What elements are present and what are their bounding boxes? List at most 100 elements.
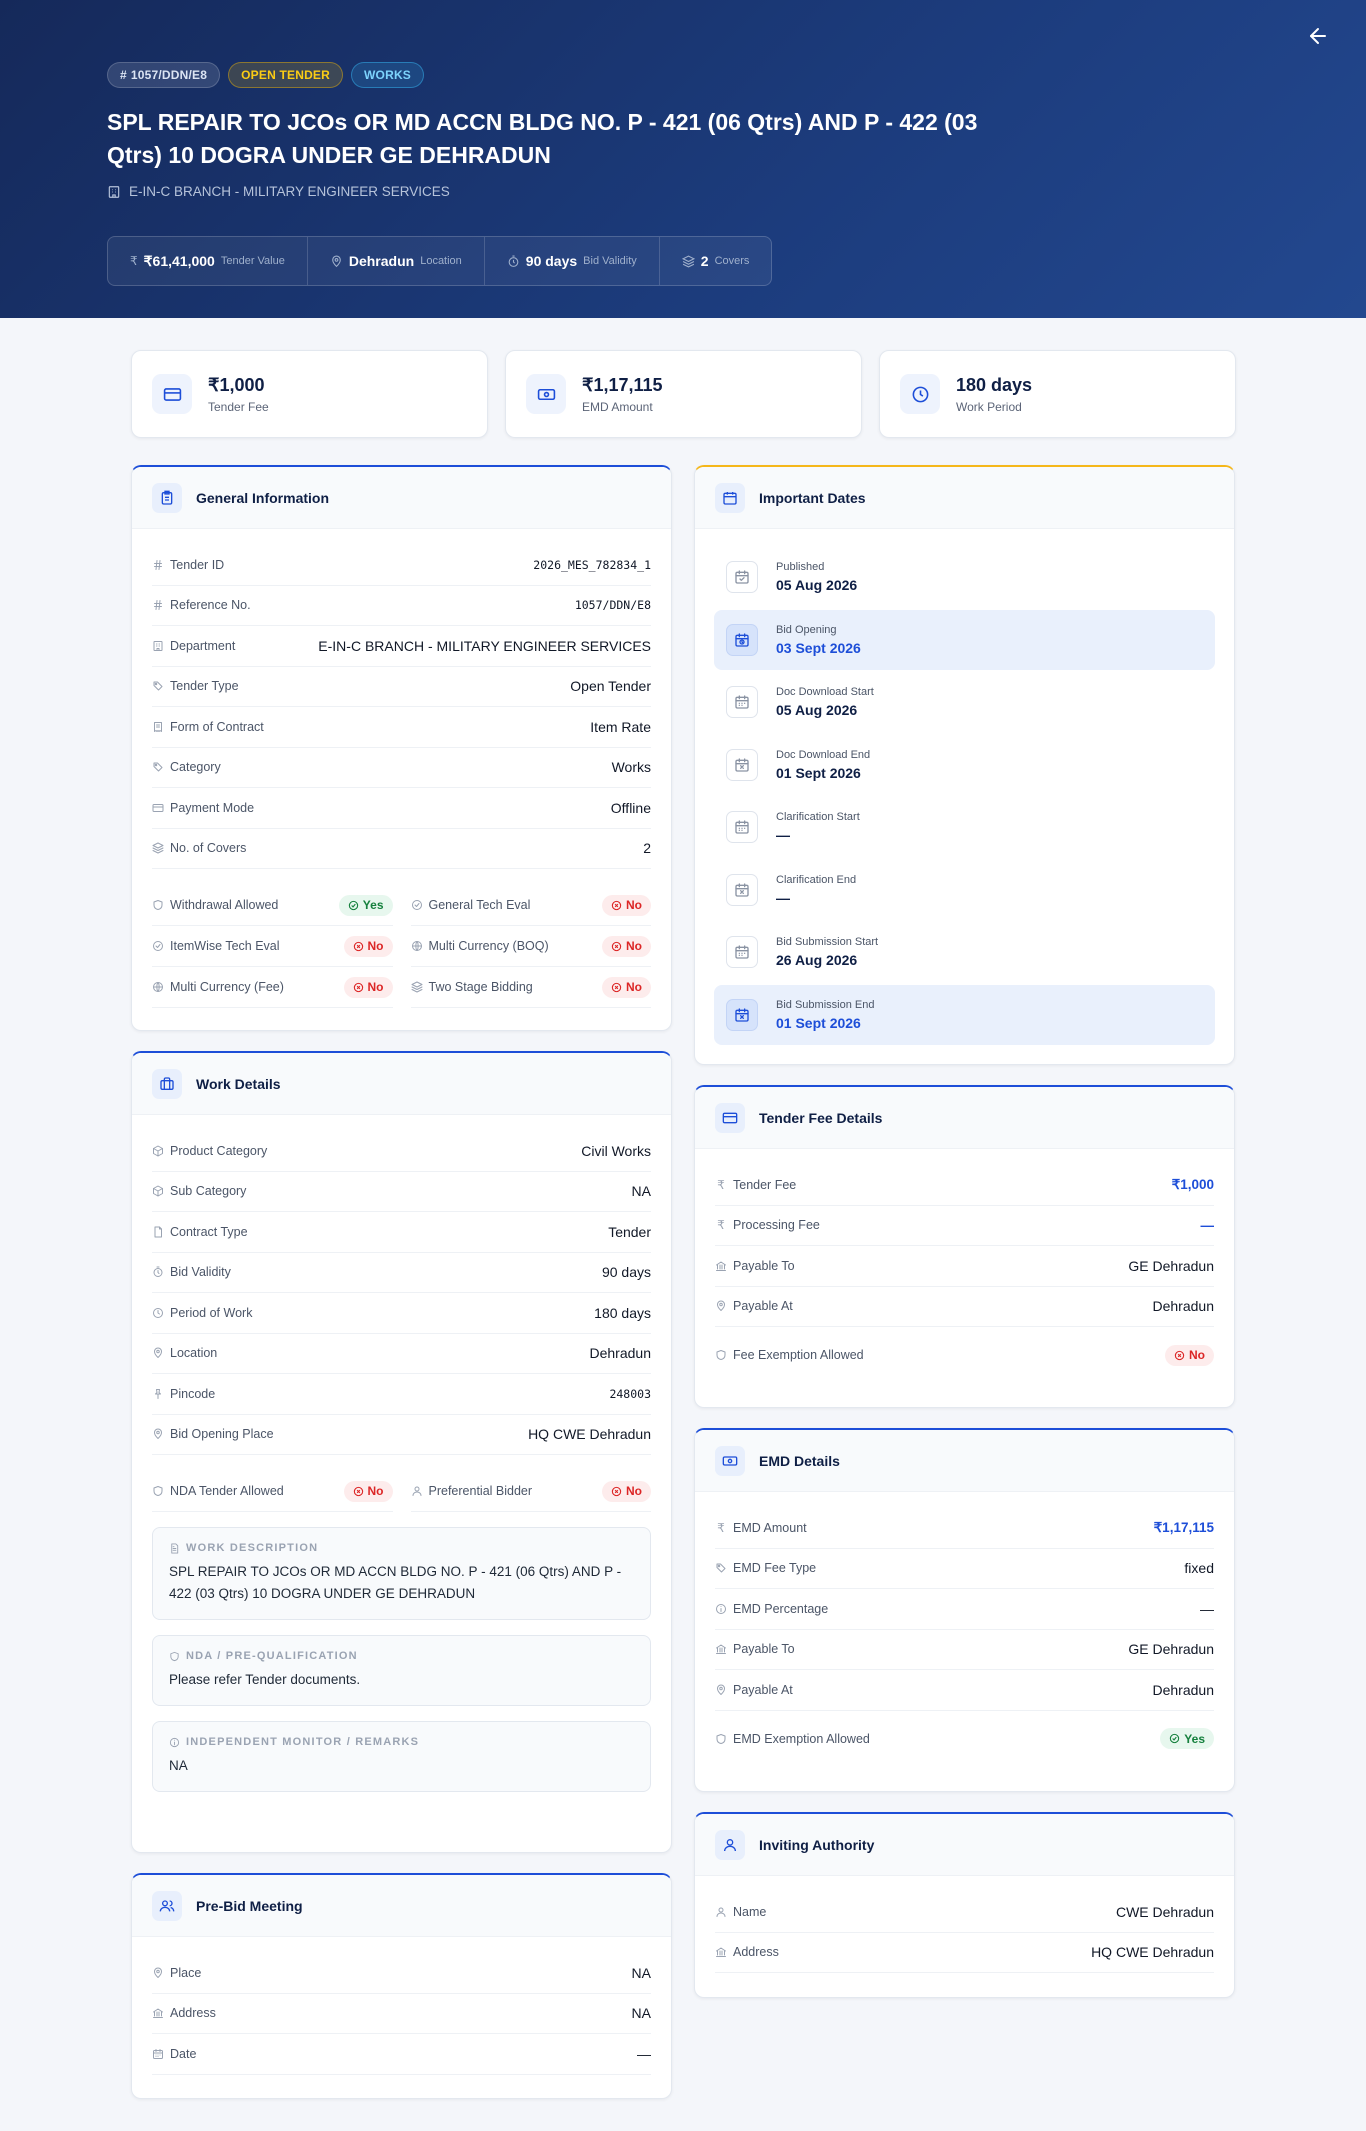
timer-icon [508, 255, 519, 267]
tag-icon [153, 762, 163, 772]
row-value: E-IN-C BRANCH - MILITARY ENGINEER SERVIC… [318, 637, 651, 654]
briefcase-icon [160, 1076, 174, 1090]
row-value: 2 [643, 840, 651, 857]
row-value: NA [631, 2005, 651, 2022]
reference-badge: #1057/DDN/E8 [107, 62, 221, 88]
no-badge: No [602, 1480, 651, 1502]
info-row: Period of Work 180 days [152, 1293, 651, 1334]
row-value: — [1200, 1600, 1214, 1617]
info-icon [169, 1737, 180, 1747]
map-pin-icon [717, 1300, 725, 1312]
row-label: Tender Type [170, 679, 239, 694]
date-label: Bid Submission Start [776, 936, 879, 948]
credit-card-icon [163, 387, 181, 401]
row-label: Payment Mode [170, 800, 255, 815]
clock-icon [912, 386, 928, 402]
date-value: 01 Sept 2026 [776, 1014, 861, 1031]
hero-stats-bar: ₹ ₹61,41,000 Tender Value Dehradun Locat… [107, 236, 773, 286]
row-value: — [1200, 1217, 1215, 1233]
back-button[interactable] [1300, 18, 1336, 54]
calendar-x-icon [735, 882, 749, 897]
card-title: Important Dates [759, 489, 866, 506]
dates-list: Published 05 Aug 2026 Bid Opening 03 Sept 2… [695, 529, 1234, 1045]
tender-fee-summary: ₹1,000 Tender Fee [131, 350, 488, 438]
info-row: ₹ Processing Fee — [715, 1206, 1215, 1246]
row-value: Civil Works [581, 1142, 651, 1159]
map-pin-icon [154, 1428, 162, 1440]
flag-label: Two Stage Bidding [428, 980, 533, 994]
box-title: INDEPENDENT MONITOR / REMARKS [186, 1736, 420, 1748]
flag-label: General Tech Eval [428, 898, 531, 912]
info-row: Reference No. 1057/DDN/E8 [152, 586, 651, 626]
row-value: NA [631, 1183, 651, 1200]
calendar-icon [723, 491, 737, 505]
box-title: NDA / PRE-QUALIFICATION [186, 1650, 358, 1662]
date-label: Doc Download Start [776, 686, 874, 698]
package-icon [153, 1185, 163, 1197]
date-item: Clarification Start — [714, 797, 1215, 857]
banknote-icon [537, 388, 555, 400]
info-row: Payable At Dehradun [715, 1670, 1214, 1711]
layers-icon [681, 254, 695, 268]
fee-exemption-row: Fee Exemption Allowed No [715, 1327, 1214, 1383]
calendar-x-icon [735, 757, 749, 772]
work-period-summary: 180 days Work Period [879, 350, 1236, 438]
info-row: Pincode 248003 [152, 1374, 651, 1415]
card-title: Tender Fee Details [759, 1109, 883, 1126]
globe-icon [411, 941, 422, 951]
row-value: Open Tender [570, 678, 651, 695]
work-info-box: NDA / PRE-QUALIFICATION Please refer Tend… [152, 1635, 651, 1706]
credit-card-icon [722, 1112, 738, 1123]
row-label: EMD Amount [733, 1520, 807, 1535]
x-circle-icon [611, 1486, 622, 1496]
general-flags: Withdrawal Allowed Yes General Tech Eval No… [152, 885, 651, 1008]
flag-row: NDA Tender Allowed No [152, 1471, 393, 1512]
info-row: Location Dehradun [152, 1334, 651, 1374]
row-value: 180 days [594, 1304, 651, 1321]
shield-icon [716, 1350, 726, 1360]
info-row: ₹ Tender Fee ₹1,000 [715, 1165, 1214, 1206]
work-details-card: Work Details Product Category Civil Works… [131, 1051, 672, 1853]
hero-department: E-IN-C BRANCH - MILITARY ENGINEER SERVIC… [107, 184, 1366, 199]
card-title: General Information [196, 489, 330, 506]
info-icon [716, 1603, 726, 1614]
banknote-icon [722, 1455, 738, 1466]
row-label: Address [733, 1945, 779, 1960]
flag-label: NDA Tender Allowed [170, 1484, 284, 1498]
info-row: ₹ EMD Amount ₹1,17,115 [715, 1508, 1214, 1549]
emd-details-card: EMD Details ₹ EMD Amount ₹1,17,115 EMD Fee … [694, 1428, 1235, 1792]
date-value: 03 Sept 2026 [776, 639, 861, 656]
card-title: EMD Details [759, 1452, 840, 1469]
layers-icon [152, 842, 164, 854]
row-label: Product Category [170, 1143, 268, 1158]
row-label: Payable To [733, 1642, 795, 1657]
stat-tender-value: ₹ ₹61,41,000 Tender Value [108, 237, 308, 285]
info-row: EMD Fee Type fixed [715, 1549, 1214, 1589]
map-pin-icon [154, 1347, 162, 1359]
info-row: Category Works [152, 748, 651, 788]
row-value: Offline [610, 799, 651, 816]
emd-rows: ₹ EMD Amount ₹1,17,115 EMD Fee Type fixed EMD… [695, 1492, 1234, 1767]
row-value: fixed [1184, 1560, 1214, 1577]
tag-icon [153, 681, 163, 691]
flag-row: Withdrawal Allowed Yes [152, 885, 393, 926]
row-label: Tender ID [170, 557, 225, 572]
emd-amount-summary: ₹1,17,115 EMD Amount [505, 350, 862, 438]
emd-exemption-row: EMD Exemption Allowed Yes [715, 1711, 1214, 1767]
row-value: HQ CWE Dehradun [1091, 1944, 1214, 1961]
row-label: Bid Validity [170, 1265, 231, 1280]
row-label: Period of Work [170, 1305, 253, 1320]
calendar-icon [153, 2048, 163, 2059]
date-label: Published [776, 561, 825, 573]
x-circle-icon [353, 982, 363, 992]
hash-icon [154, 600, 162, 611]
row-label: Category [170, 760, 221, 775]
info-row: Address HQ CWE Dehradun [715, 1933, 1214, 1973]
stat-covers: 2 Covers [660, 237, 772, 285]
yes-badge: Yes [338, 894, 393, 916]
fee-rows: ₹ Tender Fee ₹1,000 ₹ Processing Fee — Payable… [695, 1149, 1234, 1383]
row-label: EMD Fee Type [733, 1561, 817, 1576]
map-pin-icon [154, 1967, 162, 1978]
flag-row: Two Stage Bidding No [410, 967, 651, 1008]
general-rows: Tender ID 2026_MES_782834_1 Reference No. 1… [132, 529, 671, 869]
